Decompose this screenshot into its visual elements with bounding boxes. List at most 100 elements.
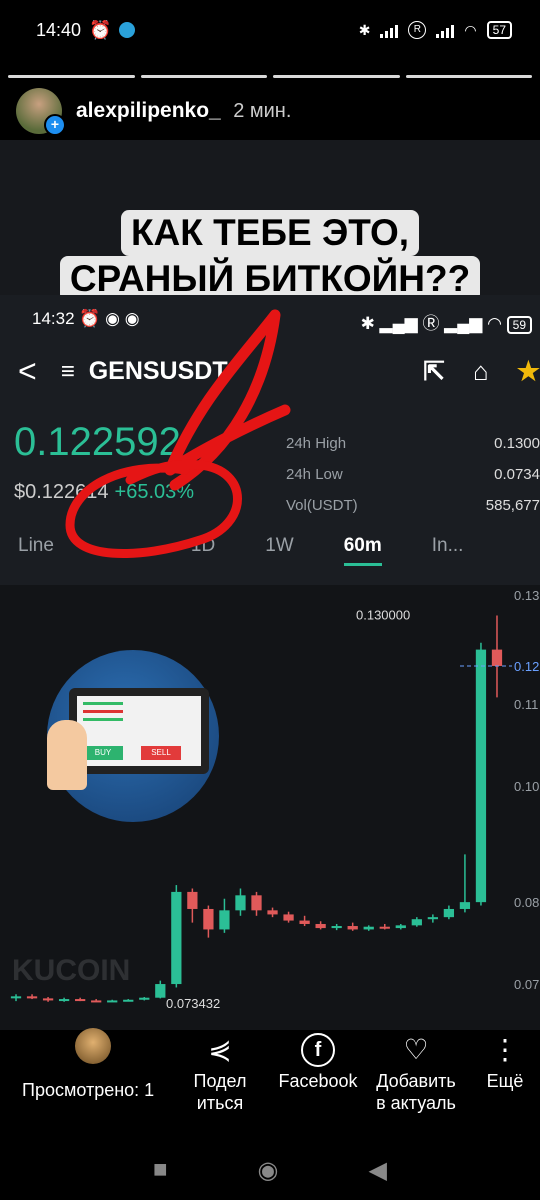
tab-indicators: In...	[431, 535, 464, 556]
inner-battery: 59	[506, 316, 532, 334]
clock: 14:40	[36, 19, 82, 40]
candle-body	[315, 923, 326, 929]
candle-body	[363, 926, 374, 930]
tab-15m: 15m	[104, 535, 141, 566]
tab-1d: 1D	[190, 535, 216, 556]
candle-body	[459, 902, 471, 909]
battery-icon: 57	[486, 21, 512, 39]
username[interactable]: alexpilipenko_	[76, 99, 221, 122]
tablet-illustration: BUY SELL	[47, 650, 219, 822]
post-time: 2 мин.	[233, 100, 292, 122]
axis-tick-label: 0.08	[514, 895, 539, 910]
fiat-price: $0.122614 +65.03%	[14, 481, 195, 503]
candle-body	[139, 997, 150, 1000]
candle-body	[75, 999, 86, 1002]
stat-value: 0.0734	[494, 466, 540, 483]
home-icon[interactable]: ◉	[258, 1156, 279, 1185]
sell-label: SELL	[141, 746, 181, 760]
viewer-avatar[interactable]	[75, 1028, 111, 1064]
avatar[interactable]: +	[16, 88, 66, 136]
candle-body	[267, 910, 278, 915]
candle-body	[187, 891, 198, 909]
candle-body	[251, 895, 262, 911]
candle-body	[155, 984, 166, 998]
candle-body	[395, 925, 406, 929]
registered-icon: R	[408, 21, 427, 39]
star-icon: ★	[516, 356, 540, 386]
buy-label: BUY	[83, 746, 123, 760]
telegram-icon	[119, 22, 136, 38]
more-icon: ⋮	[491, 1034, 519, 1065]
menu-icon: ≡	[60, 357, 75, 385]
inner-clock: 14:32	[32, 309, 75, 328]
inner-status-bar: 14:32 ⏰ ◉ ◉ ✱ ▂▄▆ Ⓡ ▂▄▆ ◠ 59	[32, 309, 532, 334]
candle-body	[411, 919, 422, 926]
axis-tick-label: 0.11	[514, 697, 538, 712]
candle-body	[171, 891, 182, 985]
candle-body	[203, 908, 214, 930]
alert-icon: ⌂	[472, 356, 489, 386]
stat-value: 585,677	[485, 497, 540, 514]
candle-body	[26, 996, 38, 999]
stat-label: Vol(USDT)	[286, 497, 358, 514]
stat-value: 0.1300	[494, 435, 540, 452]
candle-body	[427, 917, 438, 920]
caption: КАК ТЕБЕ ЭТО, СРАНЫЙ БИТКОЙН??	[0, 210, 540, 302]
high-annotation: 0.130000	[356, 607, 410, 622]
axis-tick-label: 0.10	[514, 779, 539, 794]
axis-tick-label: 0.07	[514, 977, 539, 992]
stats-panel: 24h High 0.1300 24h Low 0.0734 Vol(USDT) 58…	[286, 435, 540, 528]
alarm-icon: ⏰	[89, 19, 112, 40]
timeframe-tabs: Line 15m 1D 1W 60m In...	[18, 535, 540, 566]
system-nav-bar: ■ ◉ ◀	[0, 1140, 540, 1200]
tab-1w: 1W	[265, 535, 294, 556]
wifi-icon: ◠	[464, 21, 477, 38]
signal-icon	[380, 22, 399, 38]
axis-tick-label: 0.13	[514, 588, 539, 603]
facebook-button[interactable]: f Facebook	[272, 1030, 364, 1092]
caption-line-1: КАК ТЕБЕ ЭТО,	[120, 210, 420, 256]
tab-line: Line	[18, 535, 54, 556]
bluetooth-icon: ✱	[358, 21, 371, 38]
candle-body	[331, 926, 342, 929]
low-annotation: 0.073432	[166, 996, 220, 1011]
add-highlight-button[interactable]: ♡ Добавить в актуаль	[368, 1030, 464, 1114]
pair-title: GENSUSDT	[88, 357, 228, 385]
candle-body	[299, 920, 310, 924]
candle-body	[283, 914, 294, 921]
heart-circle-icon: ♡	[403, 1034, 429, 1065]
candle-body	[42, 998, 54, 1001]
recents-icon[interactable]: ■	[153, 1156, 168, 1184]
tab-60m: 60m	[343, 535, 382, 566]
candle-body	[123, 999, 134, 1002]
signal-icon-2	[436, 22, 455, 38]
candle-body	[107, 1000, 118, 1003]
story-progress	[8, 75, 532, 78]
candle-body	[58, 999, 70, 1002]
facebook-icon: f	[272, 1030, 364, 1070]
viewed-count[interactable]: Просмотрено: 1	[22, 1080, 154, 1101]
more-button[interactable]: ⋮ Ещё	[480, 1030, 530, 1092]
candlestick-chart: 0.13 0.12 0.11 0.10 0.08 0.07 0.130000 0.073432…	[0, 585, 540, 1030]
back-nav-icon[interactable]: ◀	[368, 1156, 386, 1185]
story-content[interactable]: КАК ТЕБЕ ЭТО, СРАНЫЙ БИТКОЙН?? 14:32 ⏰ ◉…	[0, 140, 540, 1030]
candle-body	[379, 926, 390, 929]
back-icon: <	[18, 353, 37, 389]
candle-body	[491, 649, 503, 666]
trading-screenshot: 14:32 ⏰ ◉ ◉ ✱ ▂▄▆ Ⓡ ▂▄▆ ◠ 59 < ≡ GENSUSD…	[0, 295, 540, 1030]
stat-label: 24h High	[286, 435, 347, 452]
system-status-bar: 14:40 ⏰ ✱ R ◠ 57	[0, 0, 540, 60]
candle-body	[10, 996, 22, 999]
candle-body	[347, 926, 358, 930]
candle-body	[91, 1000, 102, 1003]
share-icon: ⋞	[208, 1034, 232, 1065]
chart-svg: 0.13 0.12 0.11 0.10 0.08 0.07 0.130000 0.073432…	[10, 588, 539, 1011]
story-actions: Просмотрено: 1 ⋞ Подел иться f Facebook ♡…	[0, 1028, 540, 1130]
story-header: + alexpilipenko_ 2 мин.	[16, 88, 292, 136]
share-button[interactable]: ⋞ Подел иться	[188, 1030, 252, 1114]
candle-body	[475, 649, 487, 903]
axis-tick-label: 0.12	[514, 659, 539, 674]
change-percent: +65.03%	[114, 481, 195, 503]
candle-body	[235, 895, 246, 911]
add-icon: +	[44, 114, 66, 136]
